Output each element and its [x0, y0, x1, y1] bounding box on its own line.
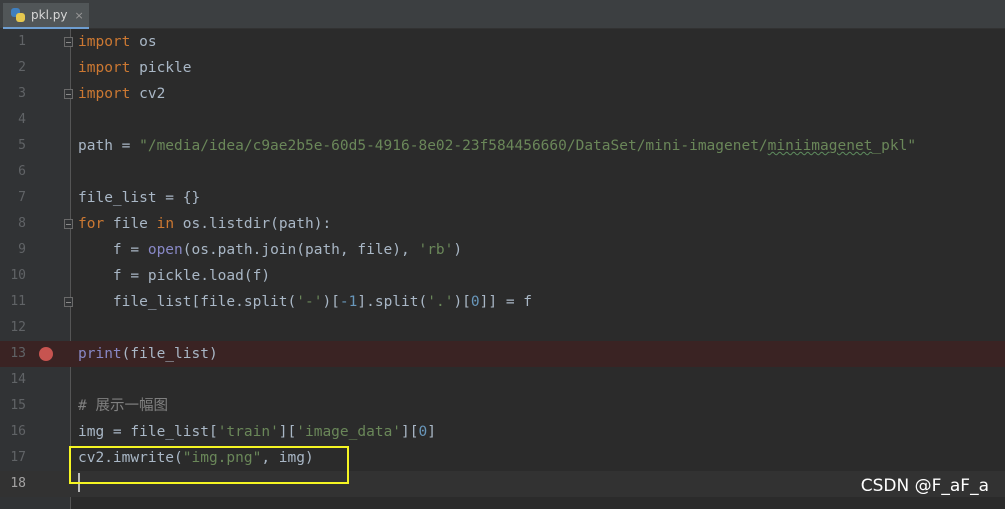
- code-token: f = pickle.load(f): [78, 268, 271, 284]
- line-number: 2: [18, 60, 26, 75]
- code-token: path =: [78, 138, 140, 154]
- code-token: 'image_data': [296, 424, 402, 440]
- code-text: import cv2: [78, 81, 165, 107]
- annotation-highlight-box: [69, 446, 349, 484]
- code-token: ]: [427, 424, 436, 440]
- code-text: # 展示一幅图: [78, 393, 168, 419]
- line-number: 9: [18, 242, 26, 257]
- line-number: 12: [10, 320, 26, 335]
- line-number: 5: [18, 138, 26, 153]
- line-number: 4: [18, 112, 26, 127]
- code-token: ][: [401, 424, 419, 440]
- line-number: 10: [10, 268, 26, 283]
- code-text: import os: [78, 29, 157, 55]
- code-text: path = "/media/idea/c9ae2b5e-60d5-4916-8…: [78, 133, 916, 159]
- python-file-icon: [11, 8, 25, 22]
- code-token: os: [130, 34, 157, 50]
- code-token: os.listdir(path):: [174, 216, 332, 232]
- code-token: ][: [278, 424, 297, 440]
- code-text: import pickle: [78, 55, 192, 81]
- tab-pkl-py[interactable]: pkl.py ×: [3, 3, 89, 29]
- fold-marker-icon[interactable]: [64, 219, 73, 229]
- line-number: 3: [18, 86, 26, 101]
- line-number: 8: [18, 216, 26, 231]
- code-editor[interactable]: 1 import os 2 import pickle 3 import cv2 4 5 pat…: [0, 29, 1005, 509]
- code-text: f = pickle.load(f): [78, 263, 270, 289]
- code-token: )[: [453, 294, 471, 310]
- code-token: miniimagenet: [767, 138, 873, 154]
- code-token: ): [453, 242, 463, 258]
- line-number: 15: [10, 398, 26, 413]
- line-number: 18: [10, 476, 26, 491]
- code-text: file_list = {}: [78, 185, 200, 211]
- line-number: 1: [18, 34, 26, 49]
- code-token: print: [78, 346, 122, 362]
- code-line[interactable]: 14: [0, 367, 1005, 393]
- code-line[interactable]: 11 file_list[file.split('-')[-1].split('…: [0, 289, 1005, 315]
- code-token: 0: [470, 294, 480, 310]
- code-token: ]] = f: [479, 294, 533, 310]
- code-text: for file in os.listdir(path):: [78, 211, 331, 237]
- code-text: f = open(os.path.join(path, file), 'rb'): [78, 237, 462, 263]
- code-token: '-': [296, 294, 323, 310]
- fold-marker-icon[interactable]: [64, 297, 73, 307]
- code-token: import: [78, 86, 131, 102]
- watermark: CSDN @F_aF_a: [860, 476, 989, 496]
- code-token: file: [104, 216, 157, 232]
- code-line[interactable]: 2 import pickle: [0, 55, 1005, 81]
- line-number: 13: [10, 346, 26, 361]
- code-token: -1: [339, 294, 358, 310]
- code-line[interactable]: 1 import os: [0, 29, 1005, 55]
- code-token: open: [147, 242, 183, 258]
- code-token: 0: [418, 424, 428, 440]
- code-line[interactable]: 7 file_list = {}: [0, 185, 1005, 211]
- code-token: "/media/idea/c9ae2b5e-60d5-4916-8e02-23f…: [139, 138, 768, 154]
- code-text: img = file_list['train']['image_data'][0…: [78, 419, 436, 445]
- code-token: file_list = {}: [78, 190, 201, 206]
- code-text: file_list[file.split('-')[-1].split('.')…: [78, 289, 532, 315]
- code-token: _pkl": [872, 138, 917, 154]
- code-line[interactable]: 13 print(file_list): [0, 341, 1005, 367]
- code-token: img = file_list[: [78, 424, 218, 440]
- code-token: 'train': [217, 424, 279, 440]
- code-line[interactable]: 9 f = open(os.path.join(path, file), 'rb…: [0, 237, 1005, 263]
- code-token: '.': [427, 294, 454, 310]
- code-line[interactable]: 3 import cv2: [0, 81, 1005, 107]
- code-token: for: [78, 216, 105, 232]
- code-token: in: [156, 216, 175, 232]
- code-line[interactable]: 5 path = "/media/idea/c9ae2b5e-60d5-4916-…: [0, 133, 1005, 159]
- close-icon[interactable]: ×: [74, 9, 83, 22]
- code-line[interactable]: 10 f = pickle.load(f): [0, 263, 1005, 289]
- code-token: (os.path.join(path, file),: [182, 242, 419, 258]
- code-line[interactable]: 4: [0, 107, 1005, 133]
- breakpoint-icon[interactable]: [39, 347, 53, 361]
- code-line[interactable]: 8 for file in os.listdir(path):: [0, 211, 1005, 237]
- code-token: f =: [78, 242, 148, 258]
- code-token: 'rb': [418, 242, 454, 258]
- code-text: print(file_list): [78, 341, 218, 367]
- code-line[interactable]: 12: [0, 315, 1005, 341]
- code-token: pickle: [130, 60, 192, 76]
- line-number: 6: [18, 164, 26, 179]
- code-token: file_list[file.split(: [78, 294, 297, 310]
- fold-marker-icon[interactable]: [64, 89, 73, 99]
- fold-marker-icon[interactable]: [64, 37, 73, 47]
- line-number: 16: [10, 424, 26, 439]
- code-token: # 展示一幅图: [78, 398, 168, 414]
- code-token: )[: [322, 294, 340, 310]
- tab-filename: pkl.py: [31, 8, 68, 22]
- code-token: cv2: [130, 86, 166, 102]
- line-number: 14: [10, 372, 26, 387]
- code-line[interactable]: 15 # 展示一幅图: [0, 393, 1005, 419]
- line-number: 11: [10, 294, 26, 309]
- code-line[interactable]: 16 img = file_list['train']['image_data']…: [0, 419, 1005, 445]
- code-line[interactable]: 6: [0, 159, 1005, 185]
- editor-tab-bar: pkl.py ×: [0, 0, 1005, 29]
- code-token: import: [78, 60, 131, 76]
- code-token: import: [78, 34, 131, 50]
- line-number: 7: [18, 190, 26, 205]
- code-token: ].split(: [357, 294, 428, 310]
- line-number: 17: [10, 450, 26, 465]
- code-token: (file_list): [121, 346, 218, 362]
